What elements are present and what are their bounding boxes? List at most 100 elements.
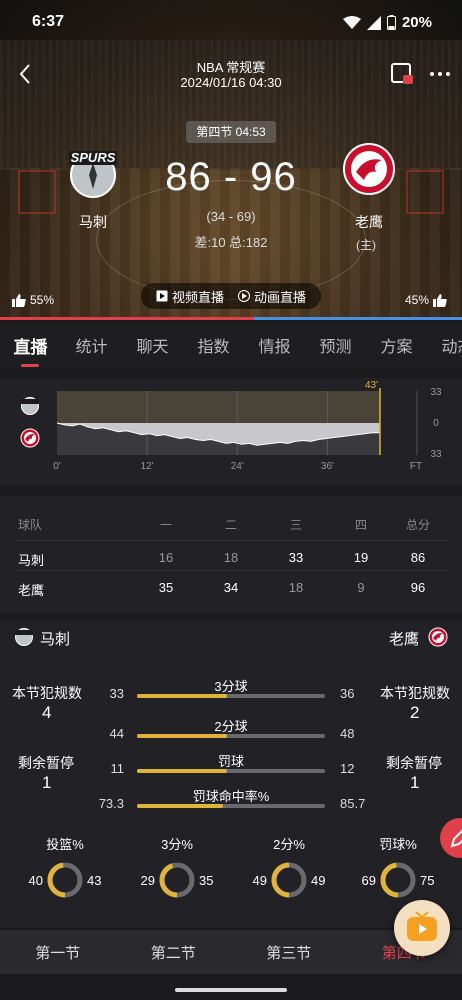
battery-icon [386,15,396,30]
table-score-cell: 33 [288,550,304,565]
float-window-icon[interactable] [390,62,414,86]
quarter-tabs: 第一节 第二节 第三节 第四节 [0,930,462,974]
play-icon [156,290,168,302]
table-divider [14,540,448,541]
home-indicator: (主) [356,238,376,252]
spurs-logo-icon: SPURS [69,150,117,198]
tab-0[interactable]: 直播 [0,333,61,367]
animation-live-label: 动画直播 [253,289,306,305]
ring-away-value: 29 [140,873,155,888]
tab-5[interactable]: 预测 [305,333,366,357]
away-team-logo[interactable]: SPURS [66,145,120,199]
video-live-button[interactable]: 视频直播 [156,287,224,306]
home-like-bar [254,317,462,320]
edit-float-button[interactable] [440,818,462,858]
battery-percent: 20% [401,14,432,31]
table-header-cell: 总分 [405,518,430,532]
table-score-cell: 16 [158,550,174,565]
status-bar: 6:37 20% [0,0,462,44]
home-team-logo[interactable] [342,142,396,196]
home-like-percent: 45% [405,293,430,307]
table-divider [14,570,448,571]
table-header-cell: 三 [289,518,302,532]
away-team-name[interactable]: 马刺 [66,212,120,232]
ring-label: 2分% [273,837,305,852]
animation-live-button[interactable]: 动画直播 [237,287,306,306]
percentage-ring [380,862,416,898]
percentage-ring [47,862,83,898]
percentage-ring [159,862,195,898]
like-split-bar [0,317,462,320]
ring-label: 罚球% [379,837,417,852]
away-like[interactable]: 55% [12,293,54,307]
table-header-cell: 二 [224,518,237,532]
ring-home-value: 75 [420,873,435,888]
trend-y-tick: 0 [433,418,439,429]
trend-y-tick: 33 [430,449,442,460]
table-row: 老鹰 35 34 18 9 96 [0,572,462,602]
video-live-label: 视频直播 [171,289,224,305]
thumb-up-icon [433,293,447,307]
percentage-ring [271,862,307,898]
diff-total: 差:10 总:182 [194,235,268,250]
tab-7[interactable]: 动态 [427,333,462,357]
tab-3[interactable]: 指数 [183,333,244,357]
quarter-tab-2[interactable]: 第二节 [116,942,232,963]
tv-float-button[interactable] [394,900,450,956]
stat-bar-fill [137,804,224,808]
team-stats-panel: 马刺 老鹰 本节犯规数 4 本节犯规数 2 剩余暂停 1 剩余暂停 1 3分球 3… [0,620,462,928]
tab-6[interactable]: 方案 [366,333,427,357]
table-header-cell: 一 [159,518,172,532]
thumb-up-icon [12,293,26,307]
table-team-name: 老鹰 [18,583,45,598]
tab-1[interactable]: 统计 [61,333,122,357]
table-team-name: 马刺 [18,553,45,568]
edit-icon [450,829,462,848]
tab-4[interactable]: 情报 [244,333,305,357]
stat-bar [137,769,325,773]
table-score-cell: 18 [288,580,304,595]
stat-bar-fill [137,734,228,738]
home-team-name[interactable]: 老鹰 [342,212,396,232]
ring-label: 3分% [161,837,193,852]
table-score-cell: 34 [223,580,239,595]
away-like-percent: 55% [30,293,55,307]
quarter-tab-3[interactable]: 第三节 [231,942,347,963]
stat-bar-fill [137,769,228,773]
stats-away-name: 马刺 [40,631,71,648]
table-score-cell: 86 [410,550,426,565]
stat-bar-label: 3分球 [214,679,248,694]
away-like-bar [0,317,255,320]
spurs-logo-text: SPURS [71,150,116,165]
stat-bar-away-value: 44 [109,726,124,741]
stat-bar-label: 2分球 [214,719,248,734]
status-icons: 20% [342,14,432,31]
trend-x-tick: 36' [321,461,334,472]
trend-y-tick: 33 [430,387,442,398]
ring-label: 投篮% [46,837,84,852]
score-trend-chart: 43' 0' 12' 24' 36' FT 33 0 33 [53,380,442,472]
stat-bar-away-value: 11 [110,761,125,776]
home-indicator-bar[interactable] [175,988,287,992]
trend-x-tick: FT [410,461,422,472]
quarter-tab-1[interactable]: 第一节 [0,942,116,963]
stat-bar-away-value: 33 [109,686,124,701]
hawks-mini-logo-icon [428,627,448,647]
status-time: 6:37 [32,13,65,30]
stat-bar-away-value: 73.3 [98,796,124,811]
trend-x-tick: 24' [231,461,244,472]
stat-bar-home-value: 48 [340,726,355,741]
trend-marker-label: 43' [365,380,378,391]
hawks-logo-icon [343,143,395,195]
ring-away-value: 49 [252,873,267,888]
live-buttons: 视频直播 动画直播 [141,283,321,309]
stat-bar [137,694,325,698]
table-header-cell: 四 [354,518,367,532]
tab-2[interactable]: 聊天 [122,333,183,357]
more-icon[interactable] [428,64,452,84]
table-row: 马刺 16 18 33 19 86 [0,542,462,572]
signal-icon [366,15,381,30]
table-score-cell: 18 [223,550,239,565]
home-like[interactable]: 45% [405,293,447,307]
period-clock: 第四节 04:53 [186,121,276,143]
